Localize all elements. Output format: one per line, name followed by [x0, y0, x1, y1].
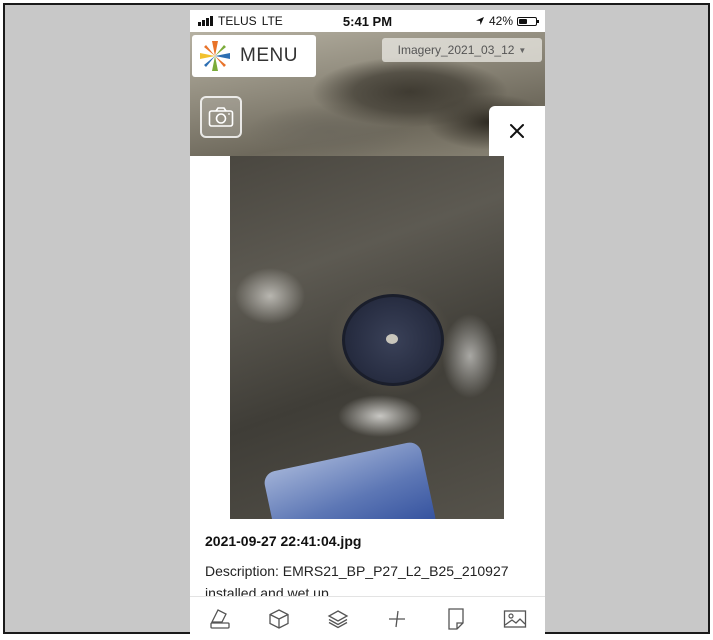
photo-filename: 2021-09-27 22:41:04.jpg [205, 533, 362, 549]
status-bar: TELUS LTE 5:41 PM 42% [190, 10, 545, 32]
image-tool-button[interactable] [501, 605, 529, 633]
layers-icon [327, 610, 349, 629]
description-line-1: Description: EMRS21_BP_P27_L2_B25_210927 [205, 563, 509, 579]
monitoring-cap [342, 294, 444, 386]
layers-tool-button[interactable] [324, 605, 352, 633]
camera-icon [208, 107, 234, 127]
close-icon [510, 124, 524, 138]
close-button[interactable] [489, 106, 545, 156]
measure-icon [389, 610, 406, 628]
status-right: 42% [475, 14, 539, 28]
chevron-down-icon: ▼ [518, 45, 527, 55]
photo-detail-panel: 2021-09-27 22:41:04.jpg Description: EMR… [190, 156, 545, 640]
imagery-label: Imagery_2021_03_12 [397, 43, 515, 57]
measure-tool-button[interactable] [383, 605, 411, 633]
camera-button[interactable] [200, 96, 242, 138]
erase-tool-button[interactable] [206, 605, 234, 633]
menu-label: MENU [240, 45, 298, 66]
screenshot-frame: TELUS LTE 5:41 PM 42% MENU Imagery_2021_… [3, 3, 710, 640]
note-tool-button[interactable] [442, 605, 470, 633]
app-logo-icon [200, 41, 230, 71]
imagery-selector[interactable]: Imagery_2021_03_12 ▼ [382, 38, 542, 62]
bottom-toolbar [190, 596, 545, 640]
image-icon [504, 610, 527, 628]
blue-bucket [262, 440, 438, 519]
erase-icon [209, 609, 230, 629]
location-arrow-icon [475, 17, 484, 25]
note-icon [448, 608, 464, 630]
battery-icon [517, 16, 539, 26]
box-tool-button[interactable] [265, 605, 293, 633]
phone-screen: TELUS LTE 5:41 PM 42% MENU Imagery_2021_… [190, 10, 545, 640]
menu-button[interactable]: MENU [192, 35, 316, 77]
battery-percent: 42% [488, 14, 513, 28]
field-photo[interactable] [230, 156, 504, 519]
box-icon [269, 609, 289, 629]
